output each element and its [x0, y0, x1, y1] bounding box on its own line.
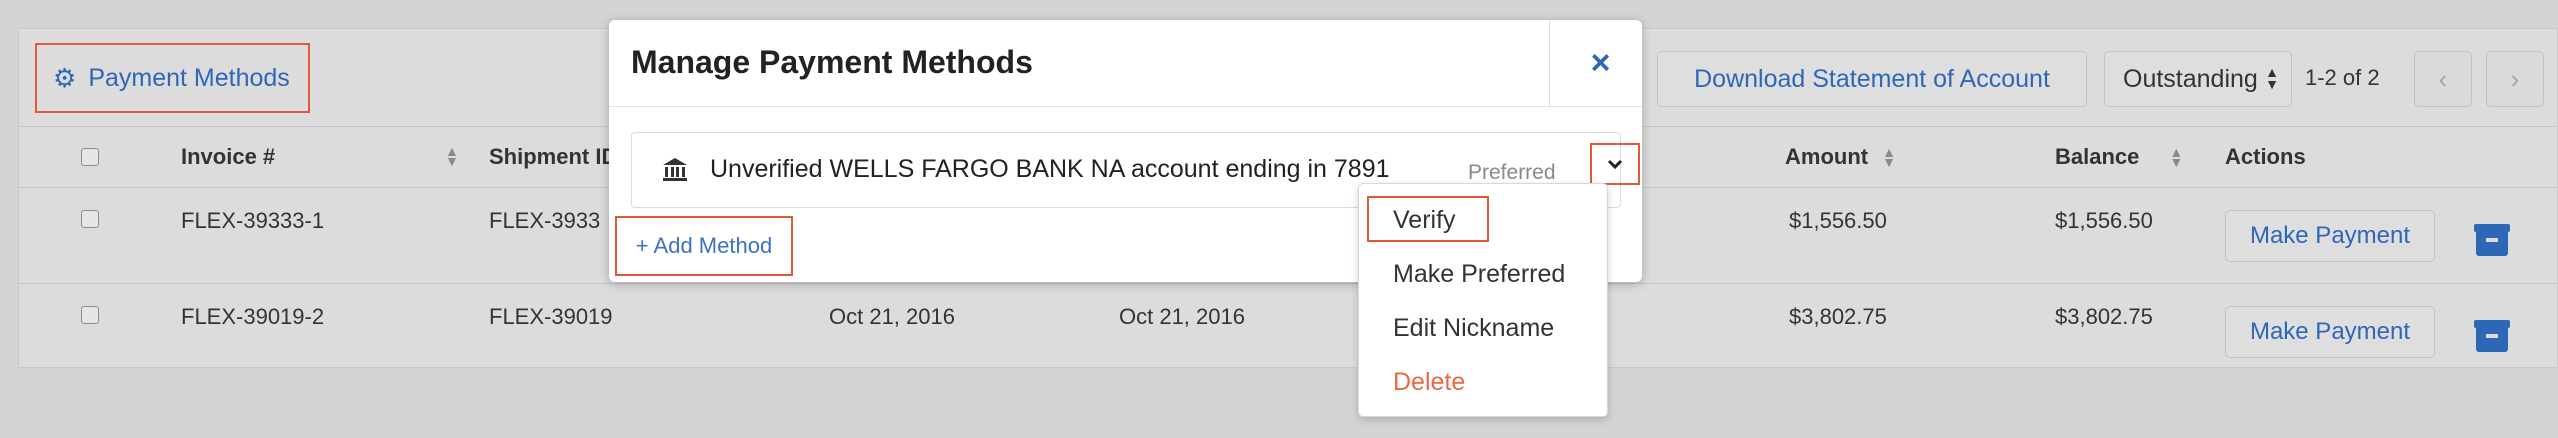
shipment-id: FLEX-3933: [489, 208, 601, 233]
chevron-right-icon: ›: [2510, 63, 2520, 94]
menu-item-delete[interactable]: Delete: [1393, 368, 1465, 397]
invoice-date: Oct 21, 2016: [829, 304, 955, 329]
status-filter-select[interactable]: Outstanding ▲ ▼: [2104, 51, 2292, 107]
payment-method-label: Unverified WELLS FARGO BANK NA account e…: [710, 155, 1390, 183]
col-invoice-label: Invoice #: [181, 144, 276, 169]
col-balance[interactable]: Balance ▲ ▼: [2055, 128, 2183, 186]
add-method-button[interactable]: + Add Method: [615, 216, 793, 276]
sort-icon[interactable]: ▲ ▼: [445, 144, 459, 168]
col-amount-label: Amount: [1785, 144, 1869, 169]
gear-icon: ⚙: [53, 62, 77, 93]
balance: $3,802.75: [2055, 304, 2153, 329]
payment-methods-button[interactable]: ⚙ Payment Methods: [35, 43, 310, 113]
col-actions-label: Actions: [2225, 144, 2306, 169]
col-amount[interactable]: Amount ▲ ▼: [1785, 128, 1896, 186]
chevron-left-icon: ‹: [2438, 63, 2448, 94]
amount: $1,556.50: [1789, 208, 1887, 233]
sort-icon: ▲ ▼: [1882, 144, 1896, 170]
make-payment-button[interactable]: Make Payment: [2225, 306, 2435, 358]
close-button[interactable]: ×: [1559, 20, 1642, 106]
make-payment-button[interactable]: Make Payment: [2225, 210, 2435, 262]
status-filter-value: Outstanding: [2123, 64, 2258, 93]
col-shipment-label: Shipment ID: [489, 144, 618, 169]
amount: $3,802.75: [1789, 304, 1887, 329]
row-checkbox[interactable]: [81, 210, 99, 228]
modal-title: Manage Payment Methods: [631, 44, 1033, 80]
select-all-checkbox[interactable]: [81, 148, 99, 166]
sort-arrows-icon: ▲ ▼: [2265, 64, 2279, 92]
next-page-button[interactable]: ›: [2486, 51, 2544, 107]
table-row: FLEX-39019-2 FLEX-39019 Oct 21, 2016 Oct…: [19, 283, 2557, 379]
bank-icon: [663, 158, 687, 181]
menu-item-make-preferred[interactable]: Make Preferred: [1393, 260, 1565, 289]
sort-icon: ▲ ▼: [2169, 144, 2184, 170]
chevron-down-icon: [1607, 159, 1623, 169]
col-balance-label: Balance: [2055, 144, 2140, 169]
col-actions: Actions: [2225, 128, 2306, 186]
download-statement-button[interactable]: Download Statement of Account: [1657, 51, 2087, 107]
modal-divider: [609, 106, 1642, 107]
pagination-text: 1-2 of 2: [2305, 65, 2380, 90]
prev-page-button[interactable]: ‹: [2414, 51, 2472, 107]
archive-icon[interactable]: [2474, 320, 2510, 352]
invoice-number: FLEX-39333-1: [181, 208, 325, 233]
shipment-id: FLEX-39019: [489, 304, 613, 329]
menu-item-verify[interactable]: Verify: [1393, 206, 1456, 235]
close-separator: [1549, 20, 1550, 106]
preferred-badge: Preferred: [1468, 161, 1556, 184]
invoice-number: FLEX-39019-2: [181, 304, 325, 329]
method-options-menu: Verify Make Preferred Edit Nickname Dele…: [1358, 183, 1608, 417]
col-invoice[interactable]: Invoice #: [181, 128, 275, 186]
close-icon: ×: [1590, 43, 1611, 82]
col-shipment[interactable]: Shipment ID: [489, 128, 617, 186]
due-date: Oct 21, 2016: [1119, 304, 1245, 329]
balance: $1,556.50: [2055, 208, 2153, 233]
row-checkbox[interactable]: [81, 306, 99, 324]
menu-item-edit-nickname[interactable]: Edit Nickname: [1393, 314, 1554, 343]
method-options-toggle[interactable]: [1590, 143, 1640, 185]
archive-icon[interactable]: [2474, 224, 2510, 256]
payment-methods-label: Payment Methods: [88, 63, 290, 92]
